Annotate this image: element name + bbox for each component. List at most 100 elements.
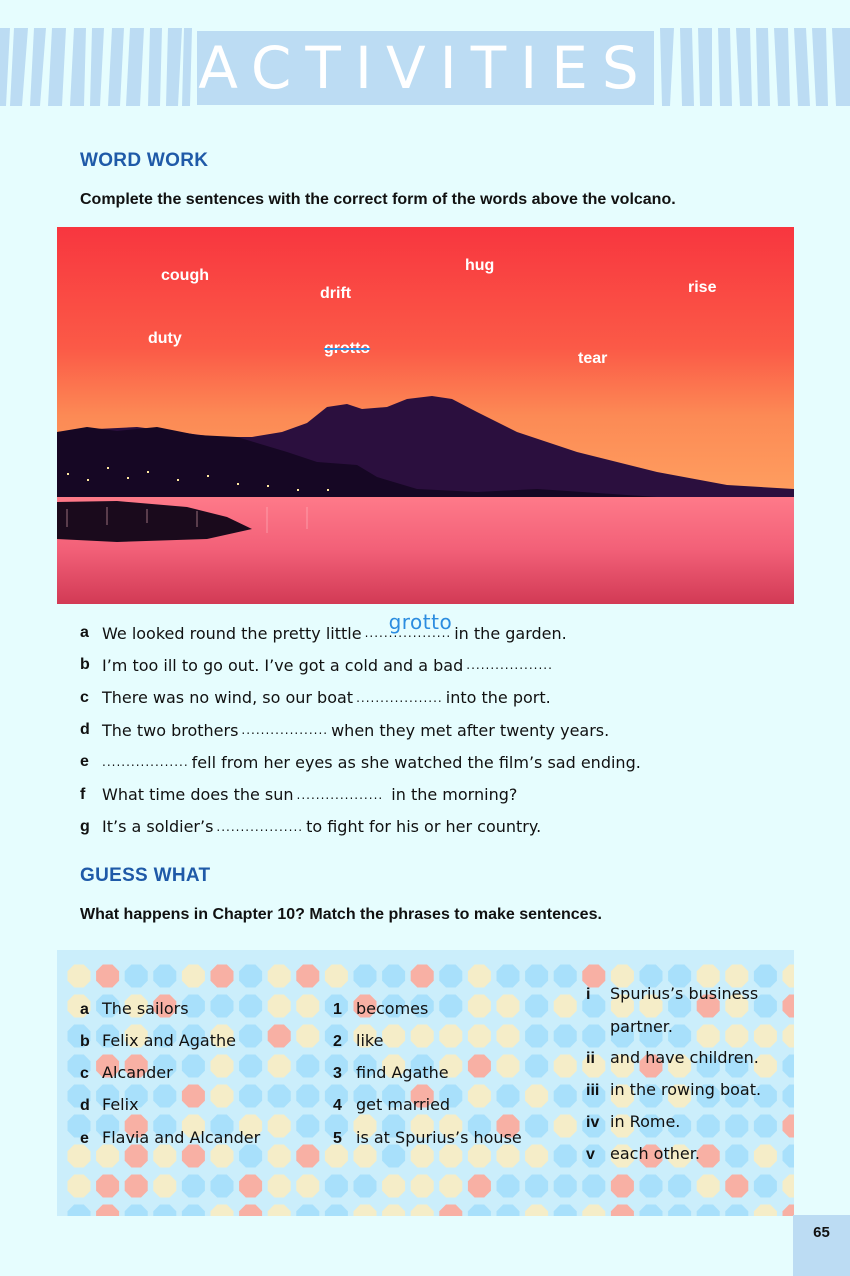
decorative-dot — [153, 1204, 177, 1216]
decorative-dot — [782, 1174, 794, 1198]
match-a[interactable]: a The sailors — [80, 999, 189, 1019]
answer-blank[interactable]: .................. — [102, 755, 189, 769]
decorative-dot — [324, 964, 348, 988]
decorative-dot — [496, 1174, 520, 1198]
decorative-dot — [553, 1024, 577, 1048]
decorative-dot — [553, 1174, 577, 1198]
decorative-dot — [153, 1084, 177, 1108]
decorative-dot — [124, 964, 148, 988]
sentence-letter: a — [80, 624, 89, 642]
decorative-dot — [210, 1204, 234, 1216]
answer-blank[interactable]: .................. — [466, 658, 553, 672]
sentence-text: when they met after twenty years. — [331, 720, 610, 740]
decorative-dot — [725, 1024, 749, 1048]
answer-blank[interactable]: .................. grotto — [365, 610, 452, 640]
match-iii[interactable]: iii in the rowing boat. — [586, 1080, 761, 1100]
decorative-dot — [467, 1054, 491, 1078]
decorative-dot — [410, 964, 434, 988]
decorative-dot — [610, 1174, 634, 1198]
decorative-dot — [181, 1174, 205, 1198]
decorative-dot — [210, 1084, 234, 1108]
decorative-dot — [439, 994, 463, 1018]
decorative-dot — [610, 1204, 634, 1216]
match-v[interactable]: v each other. — [586, 1144, 700, 1164]
sentence-letter: d — [80, 721, 90, 739]
sentence-text: I’m too ill to go out. I’ve got a cold a… — [102, 655, 464, 675]
decorative-dot — [725, 1114, 749, 1138]
decorative-dot — [96, 1204, 120, 1216]
sentence-e: e .................. fell from her eyes … — [80, 746, 780, 778]
match-4[interactable]: 4 get married — [333, 1095, 450, 1115]
decorative-dot — [696, 1024, 720, 1048]
decorative-dot — [181, 964, 205, 988]
decorative-dot — [439, 1174, 463, 1198]
answer-blank[interactable]: .................. — [241, 723, 328, 737]
match-e[interactable]: e Flavia and Alcander — [80, 1128, 260, 1148]
decorative-dot — [782, 1144, 794, 1168]
match-d[interactable]: d Felix — [80, 1095, 139, 1115]
decorative-dot — [153, 964, 177, 988]
decorative-dot — [496, 1084, 520, 1108]
sentence-text: fell from her eyes as she watched the fi… — [191, 752, 641, 772]
match-i[interactable]: i Spurius’s business — [586, 984, 758, 1004]
decorative-dot — [467, 1084, 491, 1108]
decorative-dot — [382, 1024, 406, 1048]
decorative-dot — [67, 1174, 91, 1198]
decorative-dot — [525, 1114, 549, 1138]
match-3[interactable]: 3 find Agathe — [333, 1063, 449, 1083]
decorative-dot — [153, 1174, 177, 1198]
sentence-letter: f — [80, 785, 86, 803]
sentence-a: a We looked round the pretty little ....… — [80, 610, 780, 649]
answer-blank[interactable]: .................. — [216, 820, 303, 834]
word-tear: tear — [578, 350, 608, 367]
decorative-dot — [639, 1204, 663, 1216]
decorative-dot — [267, 1114, 291, 1138]
decorative-dot — [382, 964, 406, 988]
answer-blank[interactable]: .................. — [297, 788, 384, 802]
sentence-text: into the port. — [445, 688, 551, 708]
matching-panel: a The sailors b Felix and Agathe c Alcander… — [57, 950, 794, 1216]
decorative-dot — [753, 1114, 777, 1138]
decorative-dot — [239, 1204, 263, 1216]
word-rise: rise — [688, 279, 717, 296]
decorative-dot — [181, 1054, 205, 1078]
sentence-c: c There was no wind, so our boat .......… — [80, 682, 780, 714]
decorative-dot — [725, 1204, 749, 1216]
decorative-dot — [496, 994, 520, 1018]
decorative-dot — [753, 1204, 777, 1216]
decorative-dot — [668, 1174, 692, 1198]
sentence-b: b I’m too ill to go out. I’ve got a cold… — [80, 649, 780, 681]
word-duty: duty — [148, 330, 182, 347]
decorative-dot — [467, 964, 491, 988]
sentence-text: We looked round the pretty little — [102, 623, 362, 643]
decorative-dot — [296, 1084, 320, 1108]
decorative-dot — [553, 964, 577, 988]
word-grotto: grotto — [324, 340, 371, 357]
decorative-dot — [267, 1204, 291, 1216]
answer-blank[interactable]: .................. — [356, 691, 443, 705]
decorative-dot — [210, 964, 234, 988]
sentence-text: to fight for his or her country. — [306, 817, 542, 837]
decorative-dot — [296, 1054, 320, 1078]
match-5[interactable]: 5 is at Spurius’s house — [333, 1128, 522, 1148]
decorative-dot — [782, 1054, 794, 1078]
sentence-text: The two brothers — [102, 720, 239, 740]
decorative-dot — [267, 1144, 291, 1168]
match-c[interactable]: c Alcander — [80, 1063, 173, 1083]
match-ii[interactable]: ii and have children. — [586, 1048, 759, 1068]
decorative-dot — [553, 1114, 577, 1138]
decorative-dot — [439, 1204, 463, 1216]
match-1[interactable]: 1 becomes — [333, 999, 428, 1019]
decorative-dot — [782, 994, 794, 1018]
decorative-dot — [267, 1174, 291, 1198]
sentence-letter: g — [80, 817, 90, 835]
decorative-dot — [753, 1174, 777, 1198]
page-number: 65 — [793, 1215, 850, 1276]
decorative-dot — [410, 1174, 434, 1198]
match-2[interactable]: 2 like — [333, 1031, 383, 1051]
match-b[interactable]: b Felix and Agathe — [80, 1031, 236, 1051]
decorative-dot — [267, 1024, 291, 1048]
match-iv[interactable]: iv in Rome. — [586, 1112, 680, 1132]
decorative-dot — [296, 1174, 320, 1198]
decorative-dot — [696, 1144, 720, 1168]
